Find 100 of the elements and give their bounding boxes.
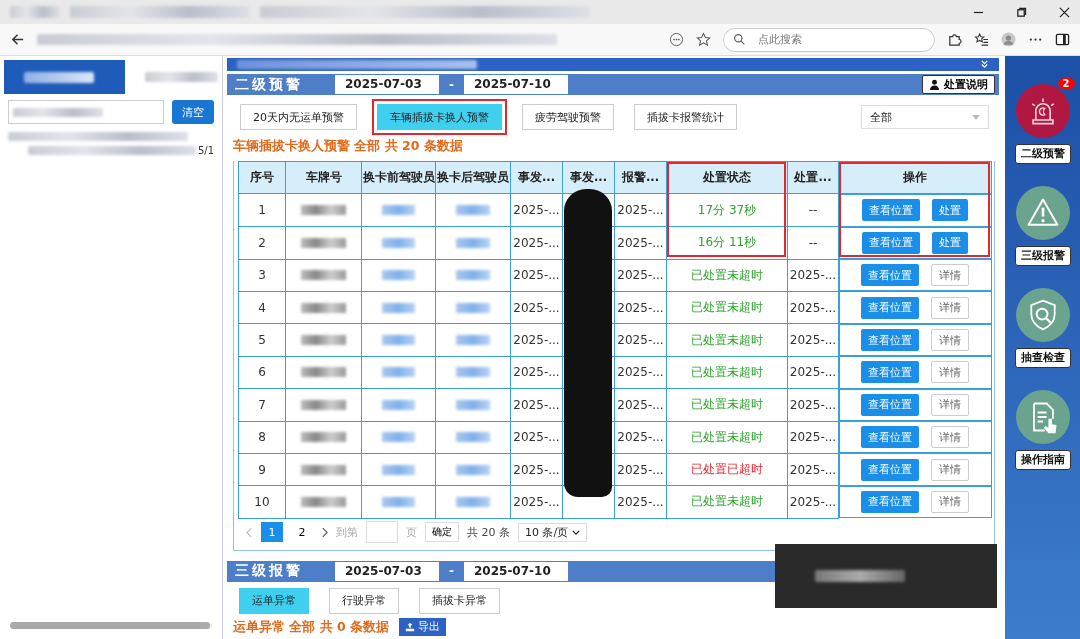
table-cell: 2025-...: [787, 388, 839, 421]
table-cell: 8: [238, 421, 286, 454]
action-button[interactable]: 查看位置: [862, 199, 921, 222]
table-cell: 2025-...: [614, 291, 667, 324]
redacted-text: [382, 367, 415, 378]
date-field[interactable]: 2025-07-03: [335, 75, 439, 95]
table-cell: 2025-...: [614, 193, 667, 227]
table-cell: 6: [238, 356, 286, 389]
table-cell: --: [787, 193, 839, 227]
filter-tab[interactable]: 疲劳驾驶预警: [522, 104, 614, 131]
page-size-dropdown[interactable]: 10 条/页: [518, 522, 588, 542]
more-circle-icon[interactable]: [669, 32, 684, 47]
filter-tab[interactable]: 运单异常: [239, 587, 309, 614]
filter-tab[interactable]: 插拔卡报警统计: [634, 104, 737, 131]
page-number-field[interactable]: [366, 521, 398, 544]
redacted-text: [382, 432, 415, 443]
summary-text: 车辆插拔卡换人预警 全部 共 20 条数据: [232, 137, 464, 156]
column-header: 事发...: [510, 161, 563, 194]
action-button[interactable]: 详情: [931, 329, 970, 351]
panel-tab[interactable]: [4, 60, 125, 94]
column-header: 换卡前驾驶员: [361, 161, 436, 194]
action-button[interactable]: 查看位置: [861, 296, 920, 319]
action-button[interactable]: 查看位置: [862, 231, 921, 254]
nav-button[interactable]: [1015, 186, 1070, 240]
search-field[interactable]: 点此搜索: [723, 27, 935, 52]
date-field[interactable]: 2025-07-10: [464, 75, 568, 95]
action-button[interactable]: 查看位置: [861, 490, 920, 513]
table-cell: 2025-...: [787, 453, 839, 486]
back-arrow-icon[interactable]: [10, 32, 25, 47]
redacted-text: [301, 432, 346, 443]
action-button[interactable]: 详情: [931, 361, 970, 384]
filter-tab[interactable]: 20天内无运单预警: [240, 104, 357, 131]
nav-label[interactable]: 三级报警: [1014, 246, 1071, 266]
close-icon[interactable]: [1059, 6, 1070, 18]
nav-label[interactable]: 二级预警: [1014, 144, 1071, 164]
filter-dropdown[interactable]: 全部: [861, 105, 989, 130]
redacted-text: [456, 335, 490, 345]
collapse-icon[interactable]: [980, 60, 989, 70]
redacted-text: [456, 496, 490, 507]
action-button[interactable]: 查看位置: [861, 329, 920, 351]
table-cell: 2025-...: [787, 323, 839, 357]
star-icon[interactable]: [696, 32, 711, 47]
scrollbar[interactable]: [10, 622, 212, 629]
redacted-text: [456, 302, 490, 313]
status-text: 已处置未超时: [666, 356, 788, 389]
restore-icon[interactable]: [1016, 6, 1027, 18]
action-button[interactable]: 详情: [931, 296, 970, 319]
nav-button[interactable]: [1015, 288, 1070, 342]
action-button[interactable]: 查看位置: [861, 458, 920, 481]
redacted-text: [456, 464, 490, 475]
action-button[interactable]: 查看位置: [861, 393, 920, 416]
clear-button[interactable]: 清空: [172, 100, 214, 124]
action-button[interactable]: 处置: [932, 199, 969, 222]
table-cell: 2025-...: [510, 226, 563, 260]
column-header: 事发...: [562, 161, 615, 194]
nav-button[interactable]: [1015, 390, 1070, 444]
action-button[interactable]: 处置: [932, 231, 969, 254]
status-text: 已处置未超时: [666, 323, 788, 357]
filter-tab[interactable]: 插拔卡异常: [419, 587, 500, 614]
table-cell: 2025-...: [787, 291, 839, 324]
action-button[interactable]: 查看位置: [861, 361, 920, 384]
export-button[interactable]: 导出: [399, 618, 447, 636]
help-button[interactable]: 处置说明: [922, 75, 995, 95]
column-header: 换卡后驾驶员: [435, 161, 511, 194]
action-button[interactable]: 查看位置: [861, 264, 920, 287]
extension-icon[interactable]: [947, 32, 962, 47]
next-page-icon[interactable]: [321, 526, 328, 538]
page-button[interactable]: 2: [291, 522, 313, 543]
date-field[interactable]: 2025-07-03: [335, 561, 439, 581]
table-cell: 2025-...: [510, 323, 563, 357]
status-text: 已处置未超时: [666, 388, 788, 421]
sidebar-toggle-icon[interactable]: [1055, 32, 1070, 47]
address-field[interactable]: [37, 34, 557, 45]
date-separator: -: [449, 77, 454, 92]
status-text: 已处置已超时: [666, 453, 788, 486]
action-button[interactable]: 详情: [931, 393, 970, 416]
profile-avatar-icon[interactable]: [1001, 32, 1016, 47]
filter-tab[interactable]: 行驶异常: [329, 587, 399, 614]
table-cell: 2025-...: [510, 356, 563, 389]
date-field[interactable]: 2025-07-10: [464, 561, 568, 581]
table-cell: 2025-...: [614, 485, 667, 519]
column-header: 序号: [238, 161, 286, 194]
filter-tab[interactable]: 车辆插拔卡换人预警: [377, 104, 502, 131]
count-badge: 2: [1057, 78, 1075, 89]
search-field[interactable]: [8, 100, 164, 124]
page-button[interactable]: 1: [261, 522, 283, 543]
nav-label[interactable]: 抽查检查: [1014, 348, 1071, 368]
tree-item-text: 5/1: [197, 145, 214, 156]
redacted-text: [382, 464, 415, 475]
table-cell: --: [787, 226, 839, 260]
action-button[interactable]: 详情: [931, 426, 970, 449]
confirm-button[interactable]: 确定: [425, 522, 459, 543]
action-button[interactable]: 详情: [931, 458, 970, 481]
action-button[interactable]: 查看位置: [861, 426, 920, 449]
column-header: 处置...: [787, 161, 839, 194]
action-button[interactable]: 详情: [931, 264, 970, 287]
action-button[interactable]: 详情: [931, 490, 970, 513]
favorites-icon[interactable]: [974, 32, 989, 47]
nav-label[interactable]: 操作指南: [1014, 450, 1071, 470]
status-text: 已处置未超时: [666, 291, 788, 324]
